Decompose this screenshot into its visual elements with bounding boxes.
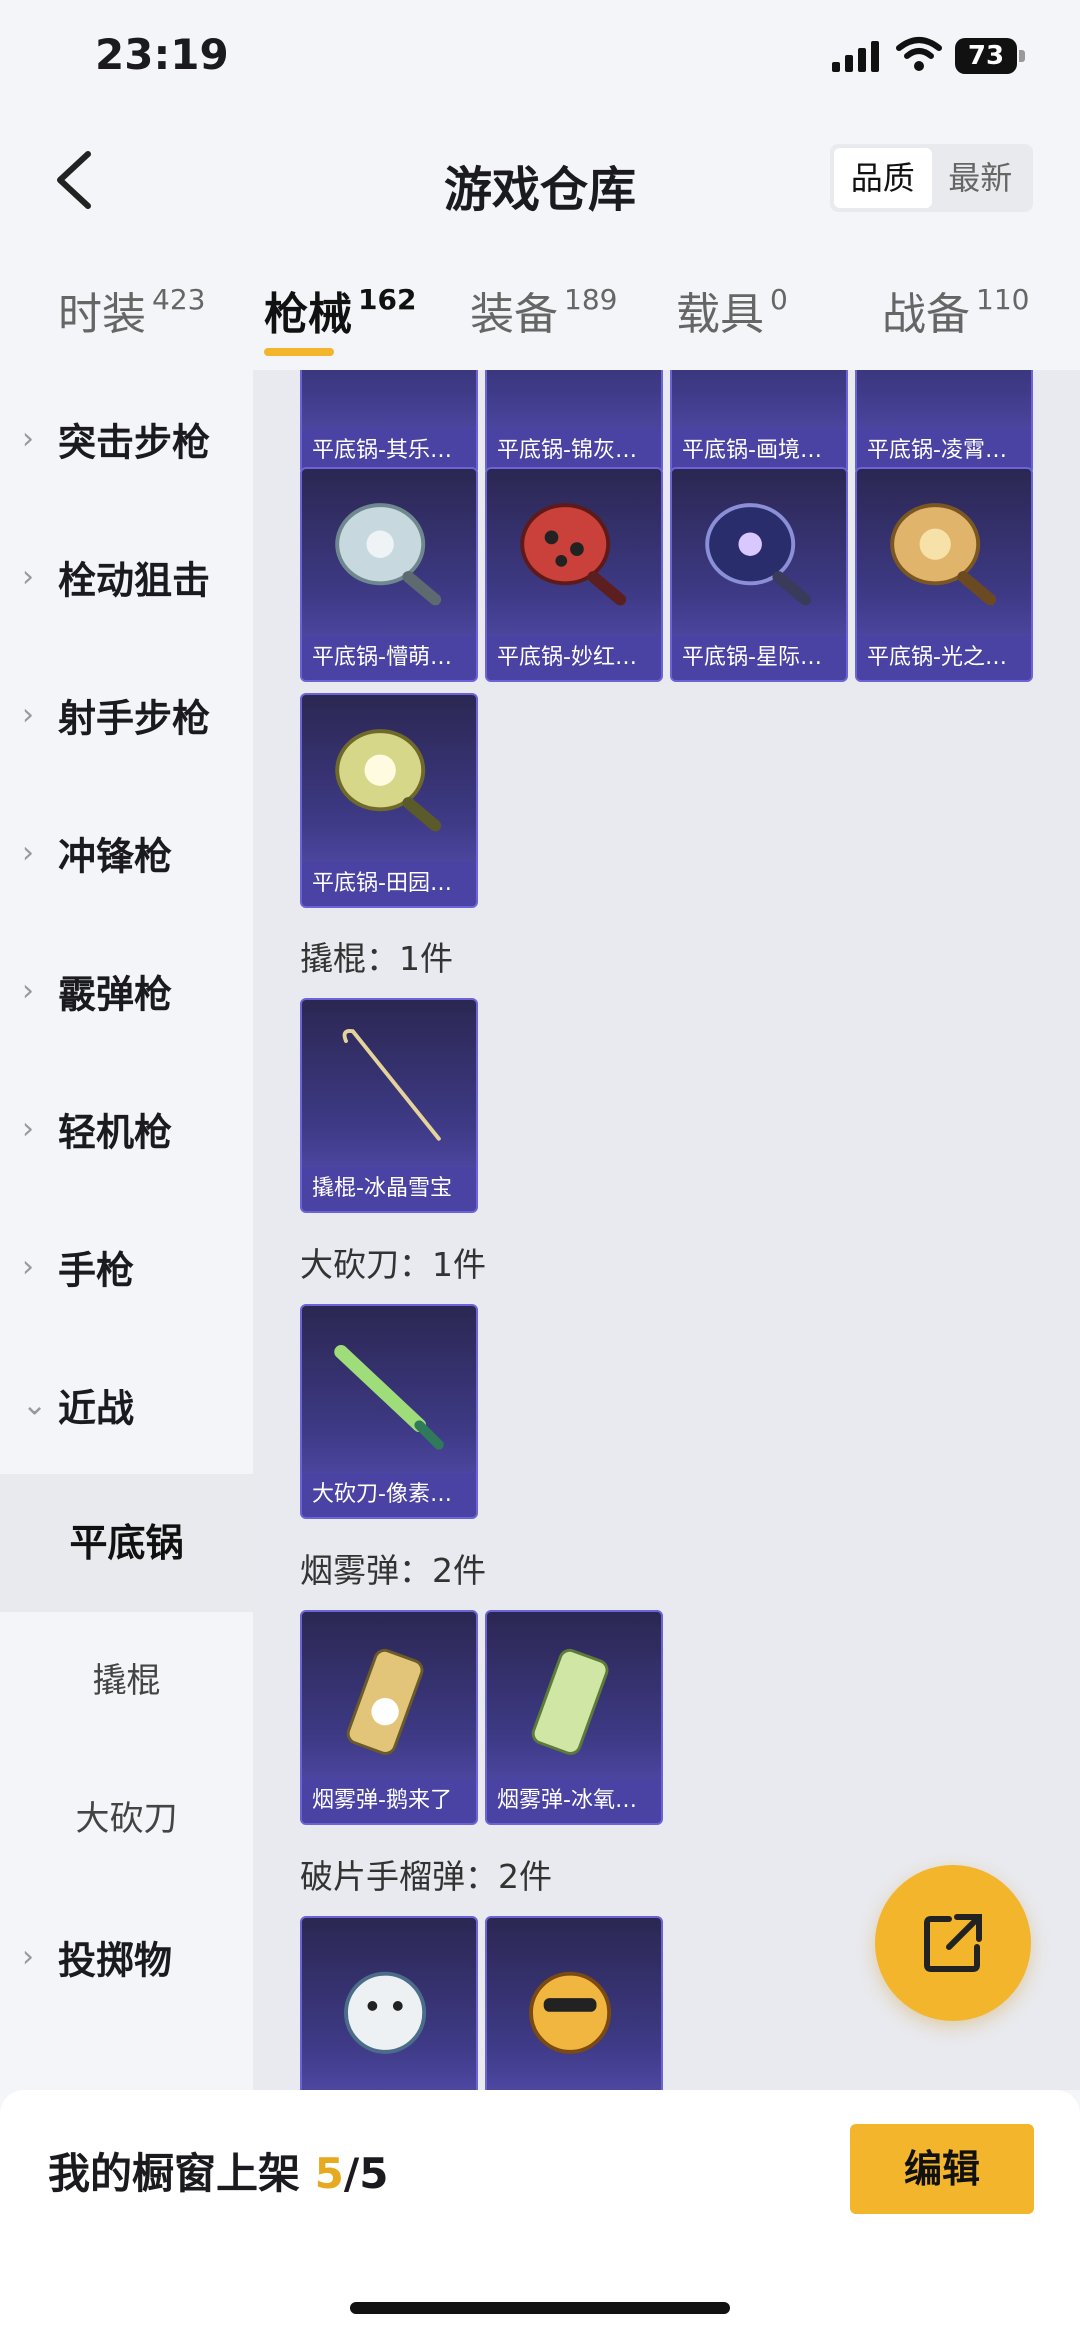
sidebar-item-assault-rifle[interactable]: › 突击步枪 — [0, 370, 253, 508]
chevron-right-icon: › — [22, 421, 34, 457]
wifi-icon — [896, 37, 942, 71]
chevron-right-icon: › — [22, 1939, 34, 1975]
sidebar-subitem-crowbar[interactable]: 撬棍 — [0, 1612, 253, 1750]
edit-button[interactable]: 编辑 — [850, 2124, 1034, 2214]
sort-toggle: 品质 最新 — [830, 144, 1033, 212]
item-grid: 平底锅-其乐… 平底锅-锦灰… 平底锅-画境… 平底锅-凌霄… 平底锅-懵萌… … — [253, 370, 1080, 2090]
frying-pan-image — [520, 503, 627, 606]
chevron-right-icon: › — [22, 697, 34, 733]
item-card[interactable] — [300, 1916, 478, 2090]
sort-newest-button[interactable]: 最新 — [932, 148, 1030, 208]
frag-grenade-image — [344, 1971, 427, 2054]
share-fab-button[interactable] — [875, 1865, 1031, 2021]
item-card[interactable]: 平底锅-画境… — [670, 370, 848, 475]
chevron-right-icon: › — [22, 1249, 34, 1285]
battery-level: 73 — [955, 38, 1017, 74]
item-card[interactable]: 大砍刀-像素… — [300, 1304, 478, 1519]
category-tabs: 时装 423 枪械 162 装备 189 载具 0 战备 110 — [0, 260, 1080, 370]
chevron-right-icon: › — [22, 973, 34, 1009]
sidebar-item-throwables[interactable]: › 投掷物 — [0, 1888, 253, 2026]
item-card[interactable]: 平底锅-星际… — [670, 467, 848, 682]
item-card[interactable]: 烟雾弹-鹅来了 — [300, 1610, 478, 1825]
sidebar-item-lmg[interactable]: › 轻机枪 — [0, 1060, 253, 1198]
item-card[interactable]: 烟雾弹-冰氧… — [485, 1610, 663, 1825]
item-card[interactable]: 平底锅-田园… — [300, 693, 478, 908]
frying-pan-image — [705, 503, 812, 606]
frying-pan-image — [890, 503, 997, 606]
chevron-right-icon: › — [22, 1111, 34, 1147]
smoke-grenade-image — [531, 1648, 609, 1755]
item-name: 烟雾弹-鹅来了 — [302, 1779, 476, 1823]
home-indicator — [350, 2302, 730, 2314]
sort-quality-button[interactable]: 品质 — [834, 148, 932, 208]
machete-image — [334, 1345, 444, 1450]
tab-fashion[interactable]: 时装 423 — [58, 278, 205, 342]
smoke-grenade-image — [346, 1648, 424, 1755]
tab-supplies[interactable]: 战备 110 — [882, 278, 1029, 342]
sidebar-subitem-machete[interactable]: 大砍刀 — [0, 1750, 253, 1888]
item-name: 烟雾弹-冰氧… — [487, 1779, 661, 1823]
item-card[interactable]: 平底锅-锦灰… — [485, 370, 663, 475]
item-name: 平底锅-妙红… — [487, 636, 661, 680]
item-name: 平底锅-田园… — [302, 862, 476, 906]
item-card[interactable] — [485, 1916, 663, 2090]
item-card[interactable]: 平底锅-懵萌… — [300, 467, 478, 682]
battery-icon: 73 — [955, 38, 1025, 74]
item-card[interactable]: 平底锅-凌霄… — [855, 370, 1033, 475]
group-title-crowbar: 撬棍：1件 — [300, 939, 453, 978]
sidebar-subitem-pan[interactable]: 平底锅 — [0, 1474, 253, 1612]
frag-grenade-image — [529, 1971, 612, 2054]
tab-equipment[interactable]: 装备 189 — [470, 278, 617, 342]
tab-vehicles[interactable]: 载具 0 — [676, 278, 788, 342]
group-title-smoke: 烟雾弹：2件 — [300, 1551, 486, 1590]
chevron-down-icon: ⌄ — [22, 1387, 48, 1423]
sidebar: › 突击步枪 › 栓动狙击 › 射手步枪 › 冲锋枪 › 霰弹枪 › 轻机枪 › 手枪 ⌄ 近战… — [0, 370, 253, 2090]
showcase-label: 我的橱窗上架 5/5 — [48, 2149, 389, 2198]
external-link-icon — [924, 1914, 982, 1972]
item-card[interactable]: 平底锅-其乐… — [300, 370, 478, 475]
chevron-right-icon: › — [22, 835, 34, 871]
group-title-machete: 大砍刀：1件 — [300, 1245, 486, 1284]
item-name: 平底锅-懵萌… — [302, 636, 476, 680]
sidebar-item-marksman-rifle[interactable]: › 射手步枪 — [0, 646, 253, 784]
frying-pan-image — [335, 729, 442, 832]
frying-pan-image — [335, 503, 442, 606]
item-card[interactable]: 平底锅-妙红… — [485, 467, 663, 682]
sidebar-item-smg[interactable]: › 冲锋枪 — [0, 784, 253, 922]
item-card[interactable]: 撬棍-冰晶雪宝 — [300, 998, 478, 1213]
status-time: 23:19 — [95, 30, 229, 79]
item-name: 撬棍-冰晶雪宝 — [302, 1167, 476, 1211]
item-name: 平底锅-光之… — [857, 636, 1031, 680]
cellular-signal-icon — [832, 41, 879, 72]
chevron-right-icon: › — [22, 559, 34, 595]
active-tab-indicator — [264, 348, 334, 356]
crowbar-image — [342, 1029, 441, 1141]
sidebar-item-shotgun[interactable]: › 霰弹枪 — [0, 922, 253, 1060]
header: 游戏仓库 品质 最新 — [0, 120, 1080, 240]
sidebar-item-bolt-sniper[interactable]: › 栓动狙击 — [0, 508, 253, 646]
item-name: 平底锅-星际… — [672, 636, 846, 680]
status-bar: 23:19 73 — [0, 0, 1080, 120]
group-title-frag: 破片手榴弹：2件 — [300, 1857, 552, 1896]
item-card[interactable]: 平底锅-光之… — [855, 467, 1033, 682]
tab-guns[interactable]: 枪械 162 — [264, 278, 416, 342]
sidebar-item-pistol[interactable]: › 手枪 — [0, 1198, 253, 1336]
sidebar-item-melee[interactable]: ⌄ 近战 — [0, 1336, 253, 1474]
item-name: 大砍刀-像素… — [302, 1473, 476, 1517]
